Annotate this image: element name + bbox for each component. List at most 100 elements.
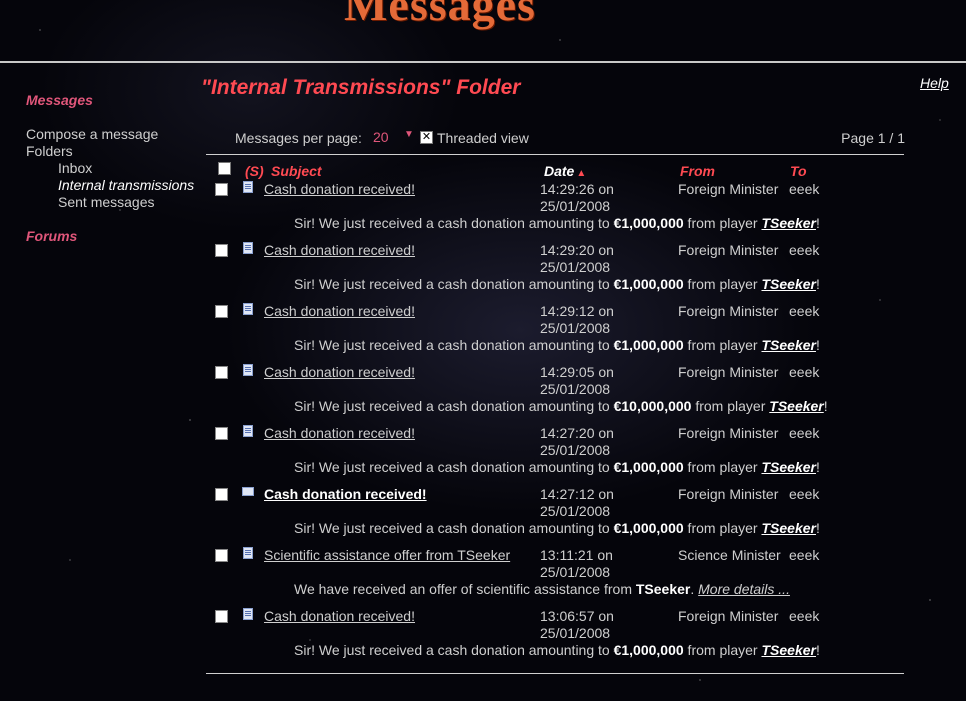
message-checkbox[interactable] — [215, 244, 228, 257]
message-preview-text: Sir! We just received a cash donation am… — [294, 398, 614, 414]
column-header-date-label: Date — [544, 163, 575, 179]
player-link[interactable]: TSeeker — [761, 459, 815, 475]
message-sender: Foreign Minister — [678, 425, 779, 441]
player-link[interactable]: TSeeker — [761, 642, 815, 658]
message-checkbox[interactable] — [215, 488, 228, 501]
message-day: 25/01/2008 — [540, 442, 611, 458]
player-link[interactable]: TSeeker — [761, 215, 815, 231]
column-header-to[interactable]: To — [790, 163, 807, 179]
message-sender: Foreign Minister — [678, 486, 779, 502]
player-link[interactable]: TSeeker — [761, 337, 815, 353]
message-preview-text: from player — [683, 276, 762, 292]
message-subject-link[interactable]: Scientific assistance offer from TSeeker — [264, 547, 510, 563]
message-preview-text: from player — [683, 215, 762, 231]
threaded-view-label: Threaded view — [437, 130, 529, 146]
message-checkbox[interactable] — [215, 183, 228, 196]
message-sender: Science Minister — [678, 547, 781, 563]
message-subject-link[interactable]: Cash donation received! — [264, 425, 415, 441]
message-preview: Sir! We just received a cash donation am… — [294, 642, 820, 658]
table-top-divider — [206, 154, 904, 155]
message-time: 14:29:26 on — [540, 181, 614, 197]
message-preview: Sir! We just received a cash donation am… — [294, 337, 820, 353]
threaded-view-checkbox[interactable]: ✕ — [420, 131, 433, 144]
sidebar-forums-link[interactable]: Forums — [26, 228, 196, 244]
player-link[interactable]: TSeeker — [761, 520, 815, 536]
sidebar-item-inbox[interactable]: Inbox — [26, 160, 196, 177]
message-checkbox[interactable] — [215, 427, 228, 440]
message-preview-text: from player — [691, 398, 770, 414]
message-preview-text: ! — [823, 398, 828, 414]
message-time: 14:29:05 on — [540, 364, 614, 380]
message-preview-amount: €1,000,000 — [613, 215, 684, 231]
sidebar-compose-link[interactable]: Compose a message — [26, 126, 196, 143]
per-page-label: Messages per page: — [235, 130, 362, 146]
message-preview-amount: TSeeker — [635, 581, 691, 597]
sidebar-item-sent-messages[interactable]: Sent messages — [26, 194, 196, 211]
message-subject-link[interactable]: Cash donation received! — [264, 364, 415, 380]
sort-ascending-icon: ▲ — [576, 168, 587, 179]
message-preview-text: ! — [815, 276, 820, 292]
message-preview-text: from player — [683, 459, 762, 475]
column-header-subject[interactable]: Subject — [271, 163, 322, 179]
message-checkbox[interactable] — [215, 305, 228, 318]
message-checkbox[interactable] — [215, 610, 228, 623]
message-subject-link[interactable]: Cash donation received! — [264, 303, 415, 319]
message-sender: Foreign Minister — [678, 364, 779, 380]
message-day: 25/01/2008 — [540, 503, 611, 519]
message-preview-text: Sir! We just received a cash donation am… — [294, 276, 614, 292]
message-row: Cash donation received! 14:27:20 on 25/01/… — [206, 425, 904, 486]
player-link[interactable]: TSeeker — [769, 398, 823, 414]
message-preview-text: Sir! We just received a cash donation am… — [294, 337, 614, 353]
message-preview-amount: €1,000,000 — [613, 520, 684, 536]
message-day: 25/01/2008 — [540, 625, 611, 641]
message-preview-text: from player — [683, 642, 762, 658]
message-preview-text: from player — [683, 337, 762, 353]
message-preview: Sir! We just received a cash donation am… — [294, 276, 820, 292]
message-time: 14:27:20 on — [540, 425, 614, 441]
document-icon — [243, 242, 253, 254]
document-icon — [243, 181, 253, 193]
player-link[interactable]: TSeeker — [761, 276, 815, 292]
message-date: 14:27:20 on 25/01/2008 — [540, 425, 650, 459]
message-checkbox[interactable] — [215, 366, 228, 379]
message-subject-link[interactable]: Cash donation received! — [264, 181, 415, 197]
more-details-link[interactable]: More details ... — [698, 581, 790, 597]
select-all-checkbox[interactable] — [218, 162, 231, 175]
message-day: 25/01/2008 — [540, 320, 611, 336]
per-page-select[interactable]: 20 — [373, 129, 389, 145]
message-time: 14:29:12 on — [540, 303, 614, 319]
message-recipient: eeek — [789, 425, 820, 441]
message-date: 14:29:20 on 25/01/2008 — [540, 242, 650, 276]
message-recipient: eeek — [789, 303, 820, 319]
column-header-from[interactable]: From — [680, 163, 715, 179]
message-subject-link[interactable]: Cash donation received! — [264, 486, 427, 502]
help-link[interactable]: Help — [920, 75, 949, 91]
message-preview-text: ! — [815, 215, 820, 231]
message-time: 14:27:12 on — [540, 486, 614, 502]
message-preview-text: Sir! We just received a cash donation am… — [294, 642, 614, 658]
column-header-status[interactable]: (S) — [245, 163, 264, 179]
message-preview: Sir! We just received a cash donation am… — [294, 459, 820, 475]
sidebar: Messages Compose a message Folders Inbox… — [26, 92, 196, 244]
message-preview-amount: €1,000,000 — [613, 276, 684, 292]
message-day: 25/01/2008 — [540, 564, 611, 580]
sidebar-item-internal-transmissions[interactable]: Internal transmissions — [26, 177, 196, 194]
message-row: Cash donation received! 13:06:57 on 25/01/… — [206, 608, 904, 669]
sidebar-folders-label: Folders — [26, 143, 73, 159]
document-icon — [243, 608, 253, 620]
document-icon — [243, 547, 253, 559]
message-subject-link[interactable]: Cash donation received! — [264, 242, 415, 258]
message-checkbox[interactable] — [215, 549, 228, 562]
document-icon — [243, 303, 253, 315]
message-recipient: eeek — [789, 242, 820, 258]
column-header-date[interactable]: Date ▲ — [544, 163, 586, 179]
message-time: 13:06:57 on — [540, 608, 614, 624]
message-sender: Foreign Minister — [678, 303, 779, 319]
header-divider — [0, 61, 966, 63]
message-subject-link[interactable]: Cash donation received! — [264, 608, 415, 624]
message-sender: Foreign Minister — [678, 242, 779, 258]
dropdown-arrow-icon[interactable]: ▼ — [404, 129, 414, 140]
message-preview: Sir! We just received a cash donation am… — [294, 398, 828, 414]
envelope-icon — [242, 487, 254, 496]
sidebar-messages-link[interactable]: Messages — [26, 92, 196, 108]
